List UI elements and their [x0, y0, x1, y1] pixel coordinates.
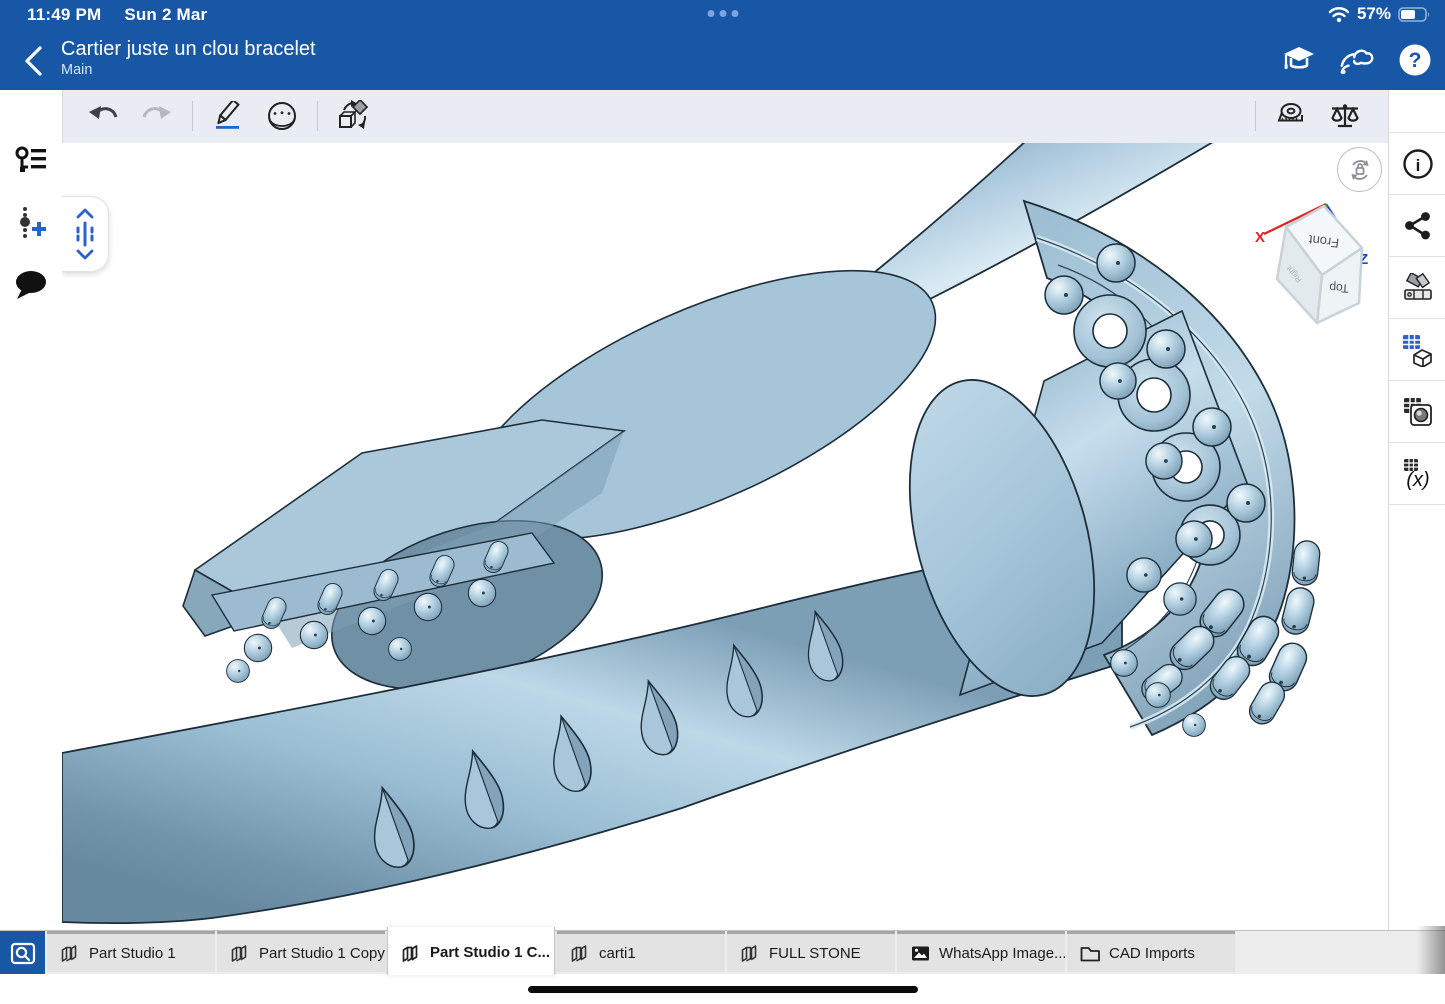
scrub-up-icon[interactable]: [72, 207, 98, 219]
part-studio-icon: [400, 942, 422, 964]
appearance-icon[interactable]: [1389, 257, 1445, 319]
tab-search-button[interactable]: [0, 931, 45, 975]
measure-tape-icon[interactable]: [1269, 94, 1313, 138]
tab-part-studio-1-copy-active[interactable]: Part Studio 1 C...: [387, 927, 555, 975]
scrub-handle-icon[interactable]: [72, 221, 98, 247]
transform-icon[interactable]: [331, 94, 375, 138]
sketch-pencil-icon[interactable]: [206, 94, 250, 138]
status-time: 11:49 PM: [27, 5, 101, 24]
svg-text:i: i: [1415, 156, 1420, 175]
document-tab-bar: Part Studio 1 Part Studio 1 Copy 1 Part …: [0, 930, 1445, 975]
tab-label: Part Studio 1: [89, 945, 176, 962]
tab-carti1[interactable]: carti1: [557, 931, 725, 972]
tab-label: Part Studio 1 C...: [430, 944, 550, 961]
part-studio-icon: [59, 942, 81, 964]
battery-icon: [1398, 6, 1431, 23]
feature-list-icon[interactable]: [0, 130, 62, 192]
battery-percent: 57%: [1357, 4, 1391, 24]
home-strip: [0, 974, 1445, 1004]
model-3d-render[interactable]: X Z Front Top Right: [62, 143, 1388, 930]
status-bar: 11:49 PM Sun 2 Mar 57%: [0, 0, 1445, 30]
view-cube-top-label[interactable]: Top: [1329, 280, 1349, 295]
add-feature-icon[interactable]: [0, 192, 62, 254]
svg-text:?: ?: [1409, 49, 1422, 72]
parts-list-icon[interactable]: [1389, 319, 1445, 381]
multitasking-dots-icon[interactable]: [707, 10, 738, 17]
sphere-icon[interactable]: [260, 94, 304, 138]
custom-table-icon[interactable]: [1389, 381, 1445, 443]
rollback-scrubber[interactable]: [62, 196, 109, 272]
tab-label: carti1: [599, 945, 636, 962]
undo-icon[interactable]: [81, 94, 125, 138]
info-icon[interactable]: i: [1389, 133, 1445, 195]
part-studio-icon: [739, 942, 761, 964]
tab-label: CAD Imports: [1109, 945, 1195, 962]
tab-part-studio-1[interactable]: Part Studio 1: [47, 931, 215, 972]
part-studio-icon: [229, 942, 251, 964]
tab-cad-imports[interactable]: CAD Imports: [1067, 931, 1235, 972]
redo-icon[interactable]: [135, 94, 179, 138]
right-panel: i (x): [1388, 90, 1445, 930]
mass-properties-icon[interactable]: [1323, 94, 1367, 138]
tab-part-studio-1-copy-1[interactable]: Part Studio 1 Copy 1: [217, 931, 385, 972]
variables-icon[interactable]: (x): [1389, 443, 1445, 505]
folder-icon: [1079, 942, 1101, 964]
left-panel: [0, 90, 63, 930]
tab-label: Part Studio 1 Copy 1: [259, 945, 385, 962]
wifi-icon: [1328, 6, 1350, 23]
rotation-lock-button[interactable]: [1337, 147, 1382, 192]
status-date: Sun 2 Mar: [124, 5, 207, 24]
axis-x-label: X: [1255, 229, 1265, 246]
svg-text:(x): (x): [1406, 469, 1429, 491]
comments-icon[interactable]: [0, 254, 62, 316]
tab-label: FULL STONE: [769, 945, 861, 962]
tab-label: WhatsApp Image...: [939, 945, 1065, 962]
help-icon[interactable]: ?: [1397, 42, 1433, 78]
document-toolbar: [62, 90, 1388, 144]
workspace-name: Main: [61, 62, 92, 78]
part-studio-icon: [569, 942, 591, 964]
share-icon[interactable]: [1389, 195, 1445, 257]
view-cube[interactable]: X Z Front Top Right: [1255, 204, 1368, 323]
home-indicator[interactable]: [528, 986, 918, 993]
graduation-cap-icon[interactable]: [1281, 42, 1317, 78]
document-title: Cartier juste un clou bracelet: [61, 37, 316, 61]
tab-whatsapp-image[interactable]: WhatsApp Image...: [897, 931, 1065, 972]
back-button[interactable]: [18, 42, 52, 80]
app-header: 11:49 PM Sun 2 Mar 57% Cartier juste un: [0, 0, 1445, 90]
model-viewport[interactable]: X Z Front Top Right: [62, 143, 1388, 930]
tab-full-stone[interactable]: FULL STONE: [727, 931, 895, 972]
follow-mode-icon[interactable]: [1339, 42, 1375, 78]
scrub-down-icon[interactable]: [72, 249, 98, 261]
image-icon: [909, 942, 931, 964]
